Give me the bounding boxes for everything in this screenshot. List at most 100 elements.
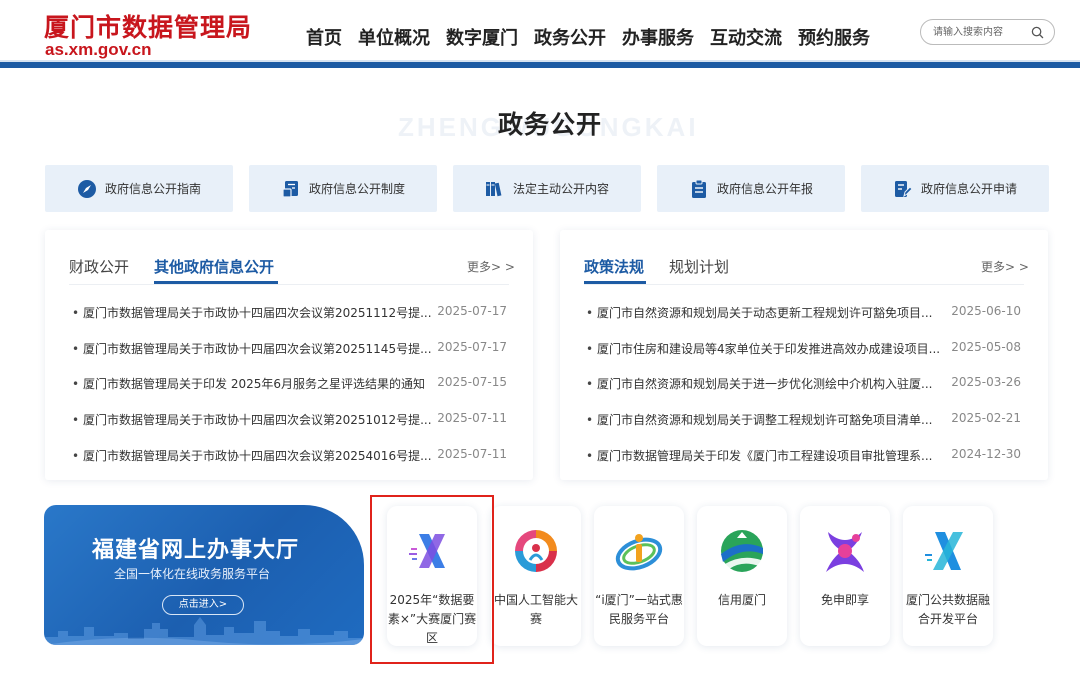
news-title: 厦门市数据管理局关于印发 2025年6月服务之星评选结果的通知 bbox=[83, 377, 425, 391]
nav-digital-xiamen[interactable]: 数字厦门 bbox=[446, 24, 518, 50]
nav-appointment[interactable]: 预约服务 bbox=[798, 24, 870, 50]
public-data-x-icon bbox=[925, 532, 963, 570]
news-title: 厦门市住房和建设局等4家单位关于印发推进高效办成建设项目... bbox=[597, 342, 941, 356]
app-card-public-data-platform[interactable]: 厦门公共数据融合开发平台 bbox=[903, 506, 993, 646]
app-label: 厦门公共数据融合开发平台 bbox=[905, 593, 990, 626]
tab-finance-disclosure[interactable]: 财政公开 bbox=[69, 256, 129, 277]
active-tab-indicator bbox=[154, 281, 278, 284]
app-card-ai-contest[interactable]: 中国人工智能大赛 bbox=[491, 506, 581, 646]
quick-link-label: 法定主动公开内容 bbox=[512, 182, 609, 196]
quick-link-disclosure-system[interactable]: 政府信息公开制度 bbox=[249, 165, 437, 212]
quick-link-label: 政府信息公开申请 bbox=[920, 182, 1017, 196]
tab-other-disclosure[interactable]: 其他政府信息公开 bbox=[154, 256, 274, 277]
site-header: 厦门市数据管理局 as.xm.gov.cn 首页 单位概况 数字厦门 政务公开 … bbox=[0, 0, 1080, 62]
app-label: 中国人工智能大赛 bbox=[493, 593, 578, 626]
news-title: 厦门市自然资源和规划局关于调整工程规划许可豁免项目清单... bbox=[597, 413, 933, 427]
list-item[interactable]: • 厦门市住房和建设局等4家单位关于印发推进高效办成建设项目... 2025-0… bbox=[586, 340, 1022, 360]
list-item[interactable]: • 厦门市数据管理局关于市政协十四届四次会议第20251112号提... 202… bbox=[72, 304, 508, 324]
news-date: 2025-07-15 bbox=[437, 375, 507, 389]
news-title: 厦门市自然资源和规划局关于动态更新工程规划许可豁免项目... bbox=[597, 306, 933, 320]
news-date: 2025-07-11 bbox=[437, 411, 507, 425]
free-apply-icon bbox=[826, 532, 864, 572]
list-item[interactable]: • 厦门市自然资源和规划局关于动态更新工程规划许可豁免项目... 2025-06… bbox=[586, 304, 1022, 324]
list-item[interactable]: • 厦门市自然资源和规划局关于进一步优化测绘中介机构入驻厦... 2025-03… bbox=[586, 375, 1022, 395]
quick-link-label: 政府信息公开指南 bbox=[104, 182, 201, 196]
online-service-hall-banner[interactable]: 福建省网上办事大厅 全国一体化在线政务服务平台 点击进入> bbox=[44, 505, 364, 645]
bullet: • bbox=[586, 449, 594, 463]
news-date: 2025-07-17 bbox=[437, 340, 507, 354]
list-item[interactable]: • 厦门市数据管理局关于市政协十四届四次会议第20254016号提... 202… bbox=[72, 447, 508, 467]
active-tab-indicator bbox=[584, 281, 646, 284]
report-icon bbox=[691, 179, 706, 198]
bullet: • bbox=[586, 413, 594, 427]
bullet: • bbox=[72, 413, 80, 427]
main-nav: 首页 单位概况 数字厦门 政务公开 办事服务 互动交流 预约服务 bbox=[306, 24, 870, 50]
i-xiamen-icon bbox=[615, 534, 663, 571]
nav-home[interactable]: 首页 bbox=[306, 24, 342, 50]
credit-xiamen-icon bbox=[721, 530, 763, 572]
app-label: 免申即享 bbox=[820, 593, 869, 607]
news-date: 2025-02-21 bbox=[951, 411, 1021, 425]
news-date: 2025-05-08 bbox=[951, 340, 1021, 354]
news-date: 2025-07-11 bbox=[437, 447, 507, 461]
news-title: 厦门市数据管理局关于市政协十四届四次会议第20254016号提... bbox=[83, 449, 432, 463]
document-stamp-icon bbox=[282, 180, 298, 198]
app-label: 信用厦门 bbox=[717, 593, 766, 607]
list-item[interactable]: • 厦门市数据管理局关于市政协十四届四次会议第20251012号提... 202… bbox=[72, 411, 508, 431]
news-title: 厦门市数据管理局关于印发《厦门市工程建设项目审批管理系... bbox=[597, 449, 933, 463]
app-label: “i厦门”一站式惠民服务平台 bbox=[595, 593, 683, 626]
search-input[interactable] bbox=[933, 25, 1025, 40]
news-date: 2024-12-30 bbox=[951, 447, 1021, 461]
more-link-right[interactable]: 更多> > bbox=[981, 258, 1029, 275]
tab-policy-regulations[interactable]: 政策法规 bbox=[584, 256, 644, 277]
search-icon[interactable] bbox=[1031, 26, 1044, 39]
banner-title: 福建省网上办事大厅 bbox=[92, 537, 300, 563]
bullet: • bbox=[72, 342, 80, 356]
edit-document-icon bbox=[894, 180, 913, 197]
bullet: • bbox=[586, 377, 594, 391]
news-title: 厦门市数据管理局关于市政协十四届四次会议第20251145号提... bbox=[83, 342, 432, 356]
news-title: 厦门市数据管理局关于市政协十四届四次会议第20251012号提... bbox=[83, 413, 432, 427]
quick-link-label: 政府信息公开制度 bbox=[308, 182, 405, 196]
compass-icon bbox=[77, 179, 96, 198]
header-divider bbox=[0, 62, 1080, 68]
app-card-i-xiamen[interactable]: “i厦门”一站式惠民服务平台 bbox=[594, 506, 684, 646]
section-title: 政务公开 bbox=[497, 110, 602, 139]
news-date: 2025-03-26 bbox=[951, 375, 1021, 389]
app-card-free-apply[interactable]: 免申即享 bbox=[800, 506, 890, 646]
enter-button[interactable]: 点击进入> bbox=[162, 595, 244, 615]
news-title: 厦门市自然资源和规划局关于进一步优化测绘中介机构入驻厦... bbox=[597, 377, 933, 391]
tab-divider bbox=[584, 284, 1024, 285]
quick-link-label: 政府信息公开年报 bbox=[716, 182, 813, 196]
site-domain: as.xm.gov.cn bbox=[45, 40, 152, 59]
list-item[interactable]: • 厦门市数据管理局关于印发 2025年6月服务之星评选结果的通知 2025-0… bbox=[72, 375, 508, 395]
site-logo-title[interactable]: 厦门市数据管理局 bbox=[44, 8, 252, 44]
list-item[interactable]: • 厦门市数据管理局关于印发《厦门市工程建设项目审批管理系... 2024-12… bbox=[586, 447, 1022, 467]
bullet: • bbox=[72, 306, 80, 320]
ai-contest-icon bbox=[515, 530, 557, 572]
nav-unit-overview[interactable]: 单位概况 bbox=[358, 24, 430, 50]
nav-services[interactable]: 办事服务 bbox=[622, 24, 694, 50]
quick-link-disclosure-application[interactable]: 政府信息公开申请 bbox=[861, 165, 1049, 212]
nav-government-affairs[interactable]: 政务公开 bbox=[534, 24, 606, 50]
search-box bbox=[920, 19, 1055, 45]
quick-link-disclosure-guide[interactable]: 政府信息公开指南 bbox=[45, 165, 233, 212]
tab-planning[interactable]: 规划计划 bbox=[669, 256, 729, 277]
bullet: • bbox=[586, 306, 594, 320]
quick-link-statutory-content[interactable]: 法定主动公开内容 bbox=[453, 165, 641, 212]
banner-subtitle: 全国一体化在线政务服务平台 bbox=[114, 567, 271, 581]
more-link-left[interactable]: 更多> > bbox=[467, 258, 515, 275]
highlight-frame bbox=[370, 495, 494, 664]
bullet: • bbox=[72, 449, 80, 463]
tab-divider bbox=[69, 284, 509, 285]
nav-interaction[interactable]: 互动交流 bbox=[710, 24, 782, 50]
books-icon bbox=[485, 181, 502, 196]
news-date: 2025-06-10 bbox=[951, 304, 1021, 318]
bullet: • bbox=[72, 377, 80, 391]
quick-link-annual-report[interactable]: 政府信息公开年报 bbox=[657, 165, 845, 212]
list-item[interactable]: • 厦门市自然资源和规划局关于调整工程规划许可豁免项目清单... 2025-02… bbox=[586, 411, 1022, 431]
news-date: 2025-07-17 bbox=[437, 304, 507, 318]
bullet: • bbox=[586, 342, 594, 356]
list-item[interactable]: • 厦门市数据管理局关于市政协十四届四次会议第20251145号提... 202… bbox=[72, 340, 508, 360]
app-card-credit-xiamen[interactable]: 信用厦门 bbox=[697, 506, 787, 646]
